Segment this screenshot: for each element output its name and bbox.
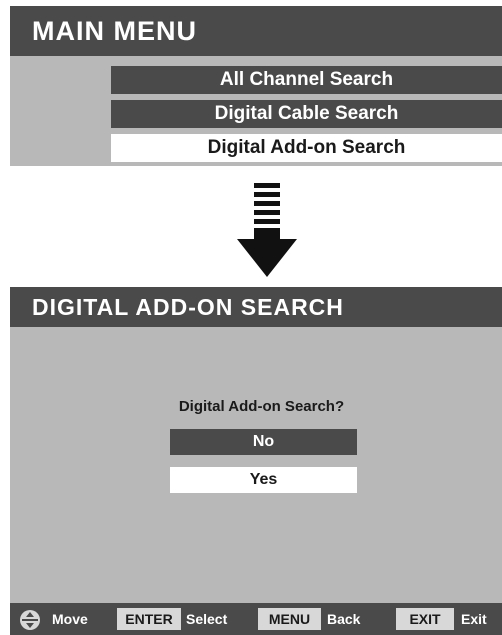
enter-key: ENTER — [117, 608, 181, 630]
search-screen-title: DIGITAL ADD-ON SEARCH — [10, 287, 502, 327]
main-menu-body: All Channel Search Digital Cable Search … — [10, 56, 502, 166]
back-label: Back — [327, 611, 361, 627]
menu-key: MENU — [258, 608, 321, 630]
exit-key: EXIT — [396, 608, 454, 630]
confirm-question: Digital Add-on Search? — [178, 398, 345, 415]
main-menu-panel: MAIN MENU All Channel Search Digital Cab… — [10, 6, 502, 166]
menu-item-all-channel-search[interactable]: All Channel Search — [111, 66, 502, 94]
select-label: Select — [186, 611, 228, 627]
option-no-button[interactable]: No — [170, 429, 357, 455]
menu-item-digital-cable-search[interactable]: Digital Cable Search — [111, 100, 502, 128]
exit-label: Exit — [461, 611, 487, 627]
move-label: Move — [52, 611, 88, 627]
help-bar: Move ENTER Select MENU Back EXIT Exit — [10, 603, 502, 635]
navigation-pad-icon — [20, 610, 40, 630]
main-menu-title: MAIN MENU — [10, 6, 502, 56]
option-yes-button[interactable]: Yes — [170, 467, 357, 493]
digital-add-on-search-panel: DIGITAL ADD-ON SEARCH Digital Add-on Sea… — [10, 287, 502, 635]
down-arrow-icon — [237, 183, 297, 277]
menu-item-digital-add-on-search[interactable]: Digital Add-on Search — [111, 134, 502, 162]
